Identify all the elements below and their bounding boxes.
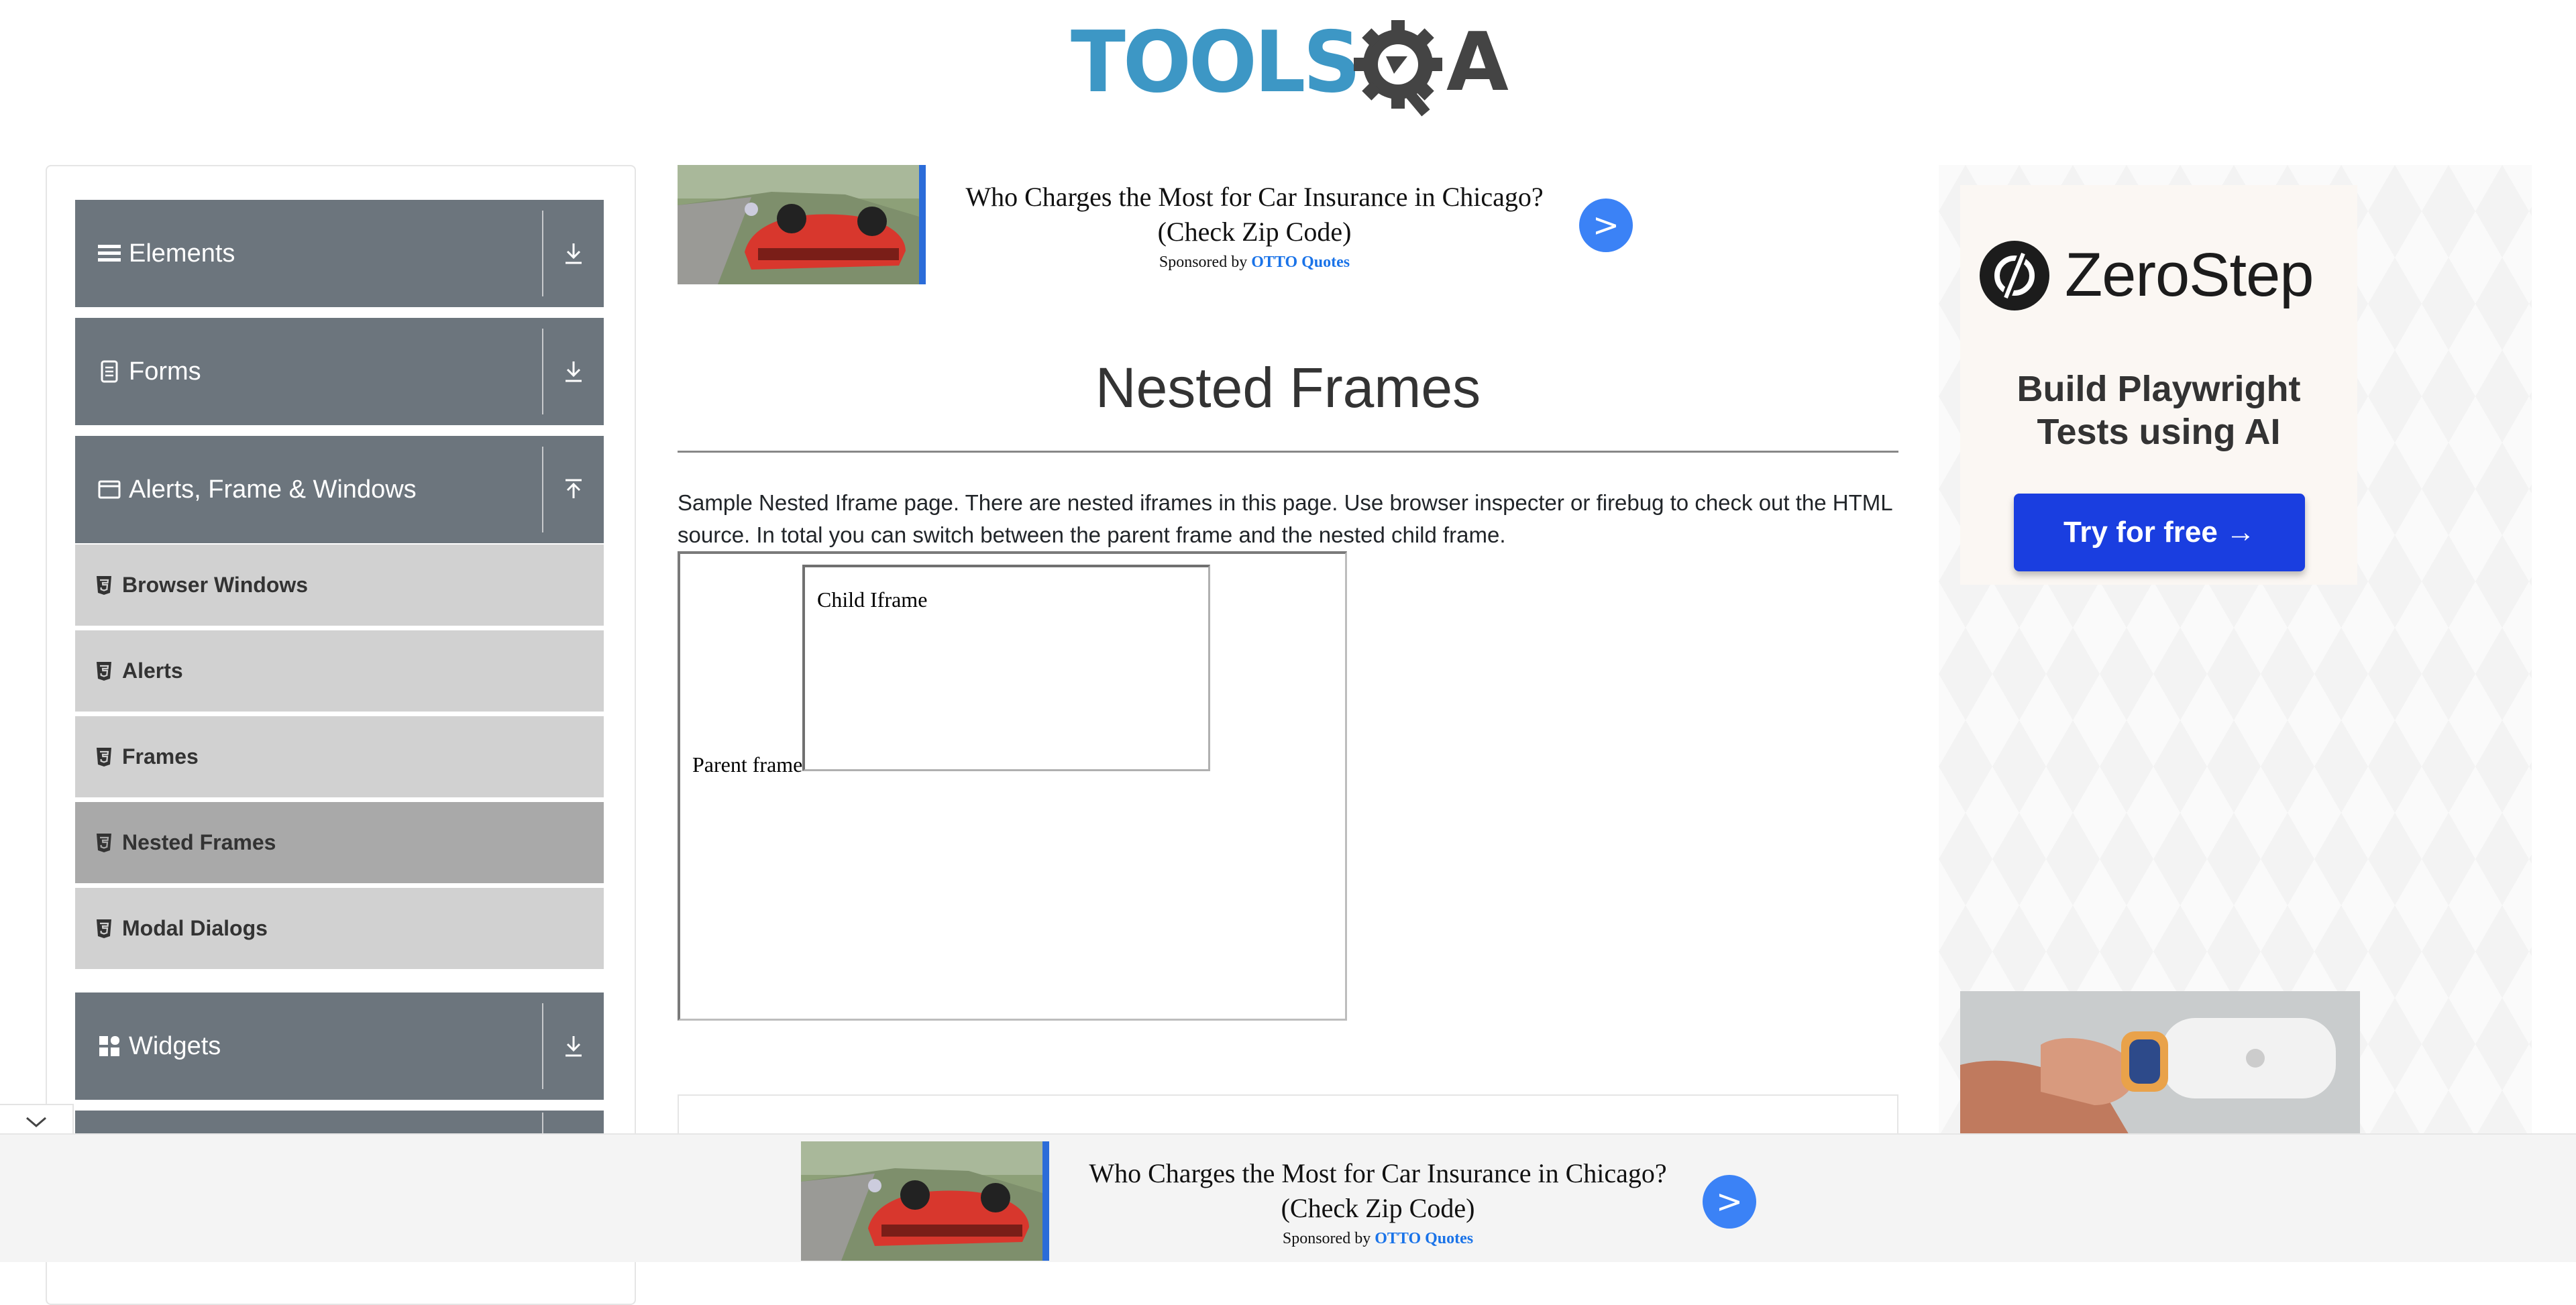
divider [542,1113,543,1135]
ad-sponsor-prefix: Sponsored by [1282,1230,1375,1247]
page-title: Nested Frames [1095,356,1481,419]
chevron-down-icon [26,1117,46,1127]
grid-icon [97,1033,122,1059]
document-icon [97,359,122,384]
ad-headline[interactable]: Who Charges the Most for Car Insurance i… [939,180,1570,249]
sidebar-item-label: Frames [122,744,199,769]
upload-arrow-icon[interactable] [543,436,604,543]
zerostep-logo-icon [1980,241,2049,310]
sidebar-group-forms[interactable]: Forms [75,318,604,425]
html5-icon [97,661,111,681]
zerostep-tagline: Build Playwright Tests using AI [1960,367,2357,453]
zerostep-tagline-line2: Tests using AI [2037,412,2281,452]
ad-image [678,165,926,284]
ad-headline[interactable]: Who Charges the Most for Car Insurance i… [1063,1156,1693,1226]
html5-icon [97,747,111,767]
ad-headline-line1: Who Charges the Most for Car Insurance i… [965,182,1544,212]
ad-sponsor-brand[interactable]: OTTO Quotes [1375,1230,1473,1247]
group-label: Elements [129,239,235,268]
try-for-free-button[interactable]: Try for free → [2014,494,2305,571]
divider [542,211,543,296]
sidebar-item-label: Alerts [122,659,183,683]
title-divider [678,451,1898,453]
divider [542,447,543,532]
ad-banner-top[interactable]: Who Charges the Most for Car Insurance i… [678,165,1637,284]
sidebar-item-label: Browser Windows [122,573,309,597]
gear-magnifier-icon [1354,20,1442,117]
zerostep-ad-card[interactable]: ZeroStep Build Playwright Tests using AI… [1960,185,2357,585]
sidebar-item-nested-frames[interactable]: Nested Frames [75,802,604,885]
group-label: Widgets [129,1031,221,1060]
sidebar-item-browser-windows[interactable]: Browser Windows [75,545,604,628]
sidebar-group-alerts-frame-windows[interactable]: Alerts, Frame & Windows [75,436,604,543]
ad-sponsor: Sponsored by OTTO Quotes [939,253,1570,272]
ad-sponsor-prefix: Sponsored by [1159,253,1252,271]
ad-product-image [1960,991,2360,1144]
zerostep-tagline-line1: Build Playwright [2017,369,2301,409]
html5-icon [97,575,111,595]
ad-sponsor-brand[interactable]: OTTO Quotes [1251,253,1350,271]
group-label: Alerts, Frame & Windows [129,475,417,504]
ad-headline-line2: (Check Zip Code) [1157,217,1352,247]
sidebar-group-elements[interactable]: Elements [75,200,604,307]
sidebar-item-modal-dialogs[interactable]: Modal Dialogs [75,888,604,971]
child-iframe[interactable]: Child Iframe [802,565,1210,771]
sidebar-item-alerts[interactable]: Alerts [75,630,604,714]
sidebar-item-label: Modal Dialogs [122,916,268,940]
sidebar-ad[interactable]: ZeroStep Build Playwright Tests using AI… [1939,165,2532,1144]
child-frame-label: Child Iframe [817,587,928,612]
download-arrow-icon[interactable] [543,992,604,1100]
bottom-ad-bar: Who Charges the Most for Car Insurance i… [0,1133,2576,1262]
page-description: Sample Nested Iframe page. There are nes… [678,490,1892,547]
sidebar-group-widgets[interactable]: Widgets [75,992,604,1100]
divider [542,1003,543,1089]
download-arrow-icon[interactable] [543,200,604,307]
download-arrow-icon[interactable] [543,318,604,425]
ad-headline-line2: (Check Zip Code) [1281,1193,1475,1223]
ad-sponsor: Sponsored by OTTO Quotes [1063,1230,1693,1248]
zerostep-brand: ZeroStep [2065,241,2314,309]
divider [542,329,543,414]
parent-frame-label: Parent frame [692,752,803,777]
logo-letter: A [1446,16,1509,109]
parent-iframe[interactable]: Parent frame Child Iframe [678,551,1347,1021]
window-icon [97,477,122,502]
ad-go-button[interactable]: > [1579,198,1633,252]
logo-text: TOOLS [1071,13,1361,112]
hamburger-icon [97,241,122,266]
group-label: Forms [129,357,201,386]
sidebar-item-label: Nested Frames [122,830,276,854]
ad-headline-line1: Who Charges the Most for Car Insurance i… [1089,1158,1667,1188]
ad-image [801,1141,1049,1261]
sidebar-item-frames[interactable]: Frames [75,716,604,799]
html5-icon [97,833,111,852]
ad-banner-bottom[interactable]: Who Charges the Most for Car Insurance i… [801,1141,1760,1261]
toolsqa-logo[interactable]: TOOLS A [1071,13,1509,121]
ad-go-button[interactable]: > [1703,1175,1756,1229]
html5-icon [97,919,111,938]
